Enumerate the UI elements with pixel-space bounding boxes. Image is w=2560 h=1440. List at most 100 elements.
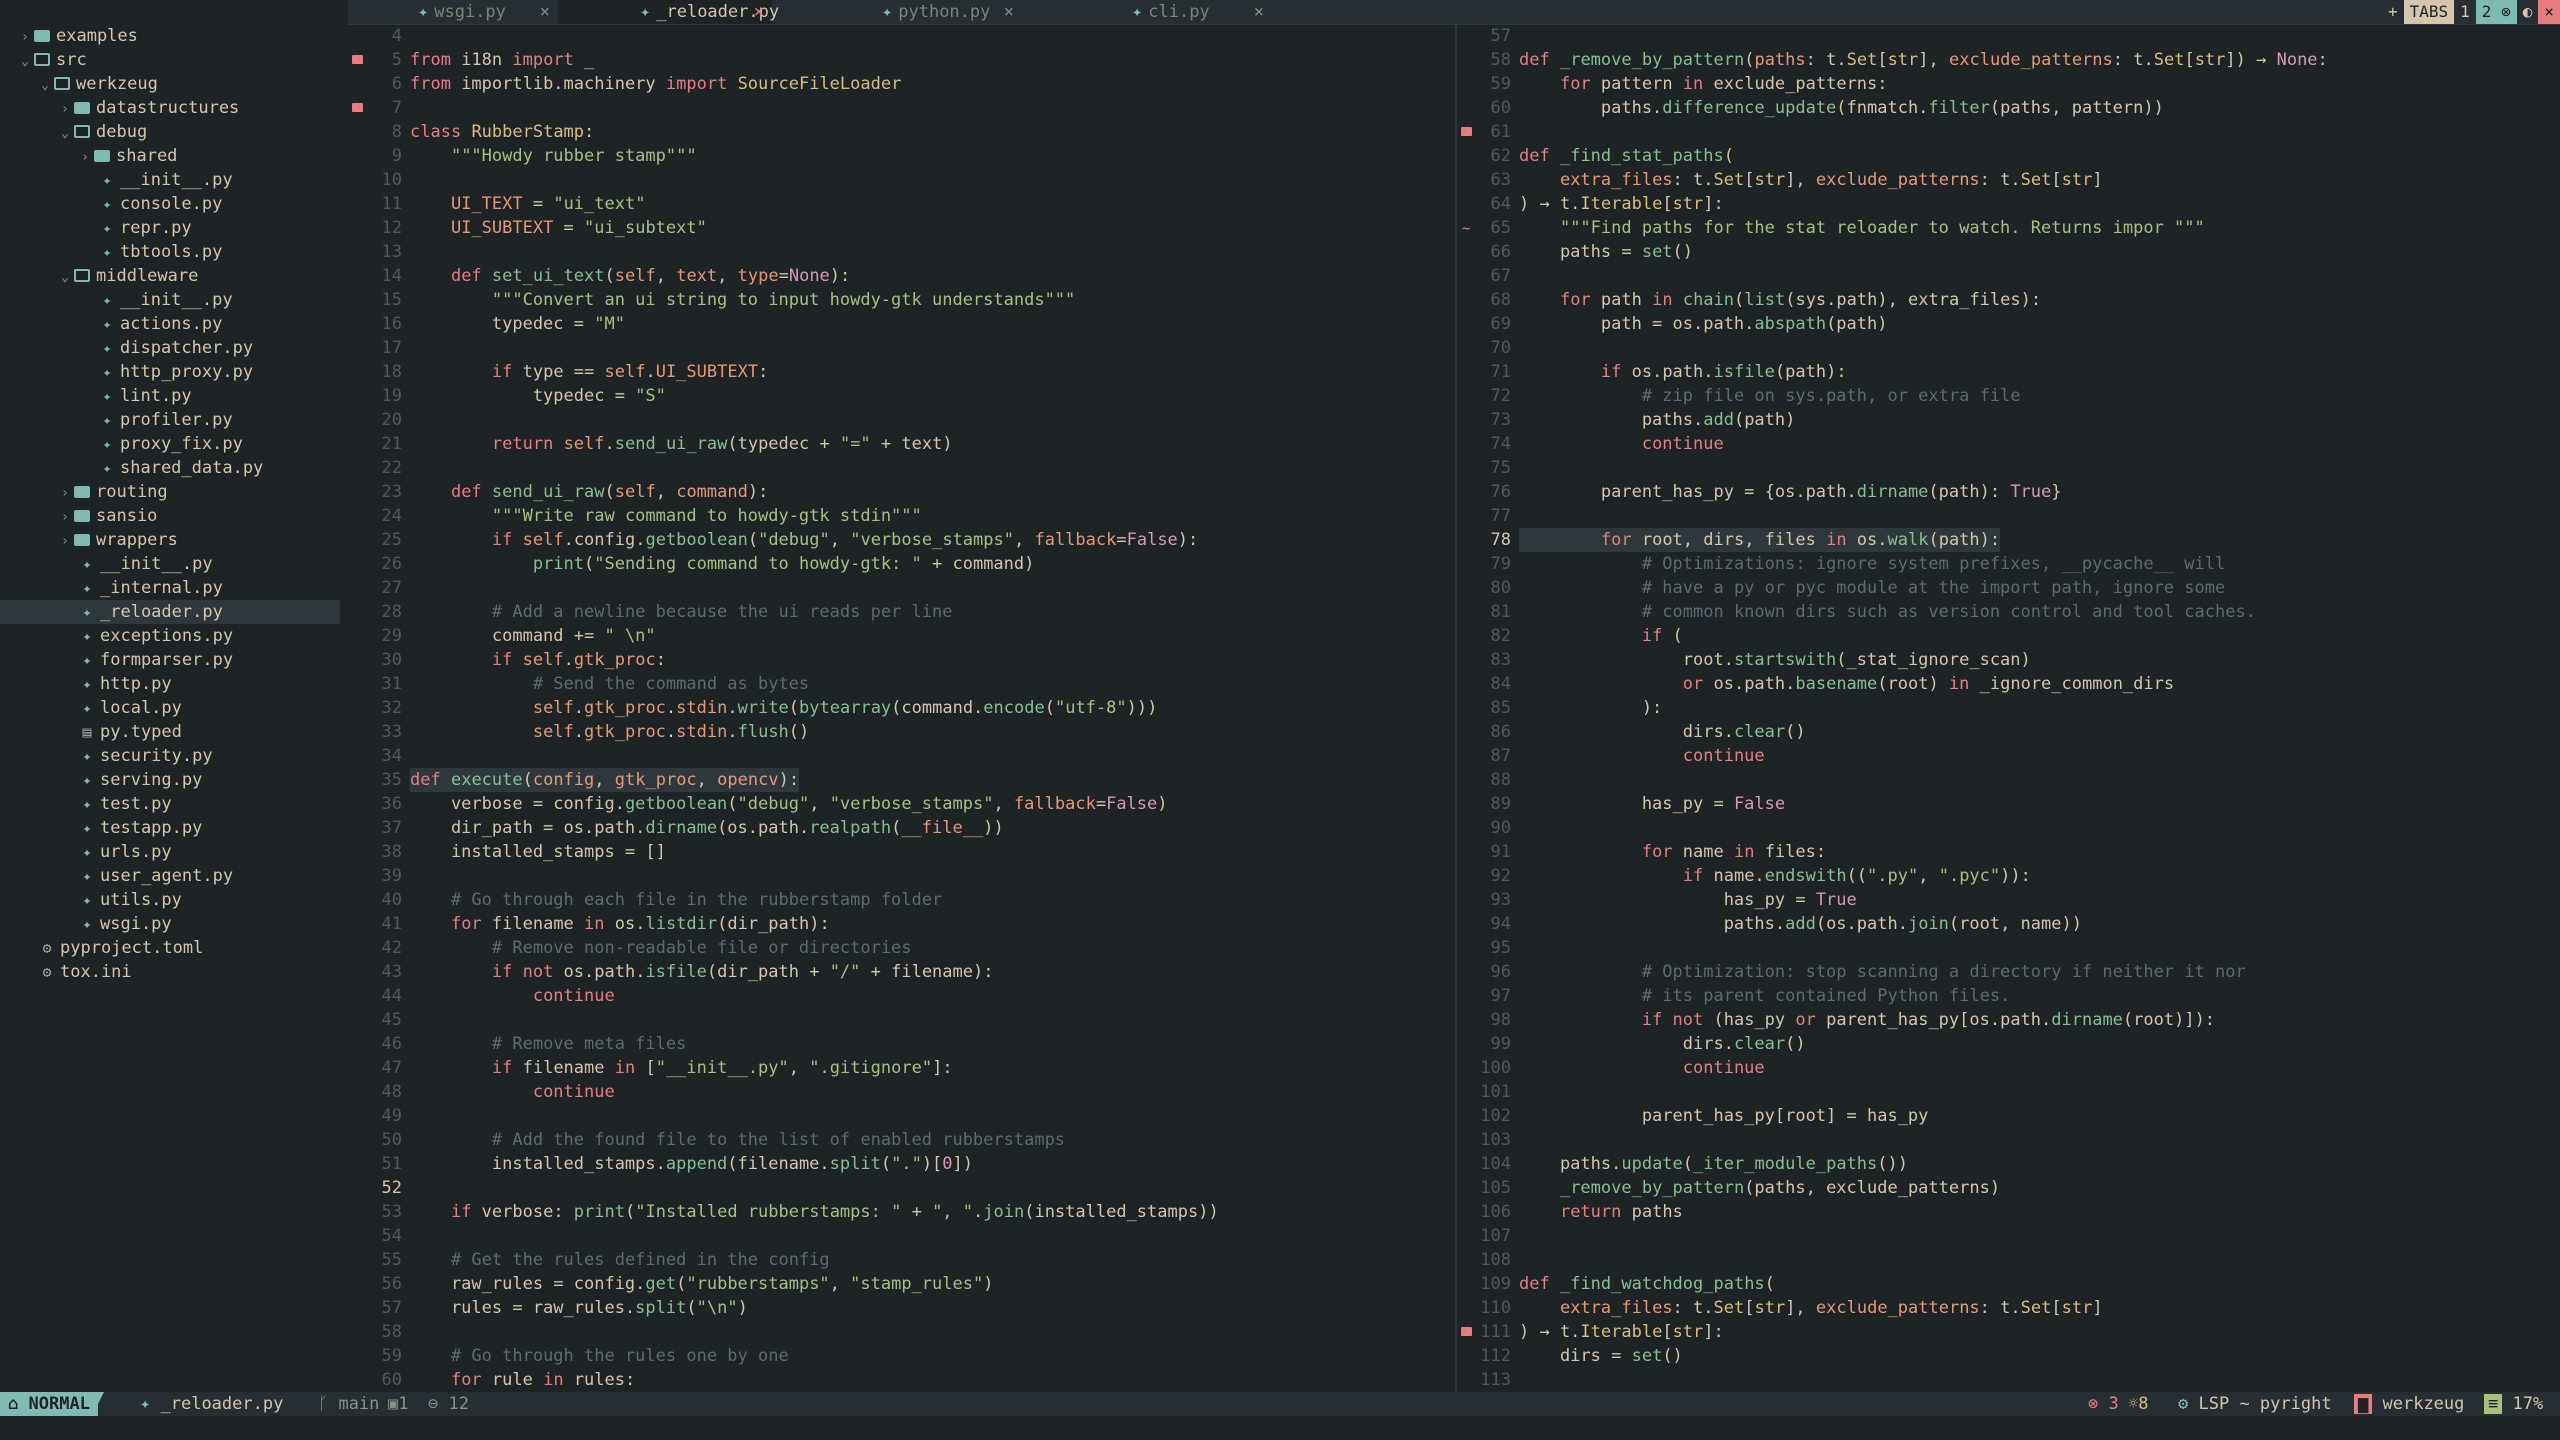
code-line[interactable]: 45 [348, 1008, 1456, 1032]
code-line[interactable]: 37 dir_path = os.path.dirname(os.path.re… [348, 816, 1456, 840]
code-line[interactable]: 29 command += " \n" [348, 624, 1456, 648]
code-line[interactable]: 93 has_py = True [1457, 888, 2560, 912]
editor-pane-left[interactable]: 4 5 from i18n import _ 6 from importlib.mach… [348, 24, 1456, 1392]
code-line[interactable]: 7 [348, 96, 1456, 120]
tree-folder[interactable]: › shared [0, 144, 340, 168]
code-line[interactable]: 21 return self.send_ui_raw(typedec + "="… [348, 432, 1456, 456]
code-line[interactable]: 85 ): [1457, 696, 2560, 720]
code-line[interactable]: 100 continue [1457, 1056, 2560, 1080]
tree-file[interactable]: ✦ utils.py [0, 888, 340, 912]
lsp-status[interactable]: ⚙ LSP ~ pyright [2178, 1392, 2332, 1416]
code-line[interactable]: 35 def execute(config, gtk_proc, opencv): [348, 768, 1456, 792]
tree-file[interactable]: ▤ py.typed [0, 720, 340, 744]
code-line[interactable]: 32 self.gtk_proc.stdin.write(bytearray(c… [348, 696, 1456, 720]
code-line[interactable]: 87 continue [1457, 744, 2560, 768]
code-line[interactable]: 97 # its parent contained Python files. [1457, 984, 2560, 1008]
code-line[interactable]: 46 # Remove meta files [348, 1032, 1456, 1056]
code-line[interactable]: 55 # Get the rules defined in the config [348, 1248, 1456, 1272]
tree-file[interactable]: ✦ testapp.py [0, 816, 340, 840]
code-line[interactable]: 28 # Add a newline because the ui reads … [348, 600, 1456, 624]
code-line[interactable]: 6 from importlib.machinery import SourceF… [348, 72, 1456, 96]
code-line[interactable]: 75 [1457, 456, 2560, 480]
code-line[interactable]: 71 if os.path.isfile(path): [1457, 360, 2560, 384]
code-line[interactable]: 69 path = os.path.abspath(path) [1457, 312, 2560, 336]
tree-file[interactable]: ✦ http_proxy.py [0, 360, 340, 384]
code-line[interactable]: 5 from i18n import _ [348, 48, 1456, 72]
code-line[interactable]: 58 [348, 1320, 1456, 1344]
git-branch[interactable]: ᚴ main [318, 1392, 379, 1416]
tree-file[interactable]: ✦ actions.py [0, 312, 340, 336]
tree-file[interactable]: ✦ _internal.py [0, 576, 340, 600]
code-line[interactable]: 39 [348, 864, 1456, 888]
code-line[interactable]: 68 for path in chain(list(sys.path), ext… [1457, 288, 2560, 312]
tree-file[interactable]: ✦ http.py [0, 672, 340, 696]
error-count[interactable]: ⊗ 3 [2088, 1392, 2119, 1416]
code-line[interactable]: 66 paths = set() [1457, 240, 2560, 264]
tab-wsgi[interactable]: ✦ wsgi.py × [348, 0, 558, 24]
tab-close-icon[interactable]: × [1004, 0, 1014, 24]
tree-folder[interactable]: ⌄ werkzeug [0, 72, 340, 96]
code-line[interactable]: 62 def _find_stat_paths( [1457, 144, 2560, 168]
code-line[interactable]: 80 # have a py or pyc module at the impo… [1457, 576, 2560, 600]
code-line[interactable]: 96 # Optimization: stop scanning a direc… [1457, 960, 2560, 984]
code-line[interactable]: 19 typedec = "S" [348, 384, 1456, 408]
tree-file[interactable]: ✦ exceptions.py [0, 624, 340, 648]
code-line[interactable]: 11 UI_TEXT = "ui_text" [348, 192, 1456, 216]
code-line[interactable]: 49 [348, 1104, 1456, 1128]
tree-file[interactable]: ✦ user_agent.py [0, 864, 340, 888]
code-line[interactable]: 10 [348, 168, 1456, 192]
command-line[interactable] [0, 1416, 2560, 1440]
tree-file[interactable]: ✦ __init__.py [0, 552, 340, 576]
code-line[interactable]: 103 [1457, 1128, 2560, 1152]
code-line[interactable]: 15 """Convert an ui string to input howd… [348, 288, 1456, 312]
code-line[interactable]: 57 rules = raw_rules.split("\n") [348, 1296, 1456, 1320]
tree-file[interactable]: ✦ tbtools.py [0, 240, 340, 264]
code-line[interactable]: 67 [1457, 264, 2560, 288]
code-line[interactable]: 22 [348, 456, 1456, 480]
code-line[interactable]: 113 [1457, 1368, 2560, 1392]
code-line[interactable]: 4 [348, 24, 1456, 48]
code-line[interactable]: 16 typedec = "M" [348, 312, 1456, 336]
tab-cli[interactable]: ✦ cli.py × [1022, 0, 1272, 24]
tree-file[interactable]: ⚙ pyproject.toml [0, 936, 340, 960]
code-line[interactable]: 33 self.gtk_proc.stdin.flush() [348, 720, 1456, 744]
code-line[interactable]: 54 [348, 1224, 1456, 1248]
toggle-icon[interactable]: ◐ [2517, 0, 2539, 24]
code-line[interactable]: 9 """Howdy rubber stamp""" [348, 144, 1456, 168]
code-line[interactable]: 98 if not (has_py or parent_has_py[os.pa… [1457, 1008, 2560, 1032]
code-line[interactable]: 23 def send_ui_raw(self, command): [348, 480, 1456, 504]
code-line[interactable]: 101 [1457, 1080, 2560, 1104]
code-line[interactable]: 26 print("Sending command to howdy-gtk: … [348, 552, 1456, 576]
code-line[interactable]: 30 if self.gtk_proc: [348, 648, 1456, 672]
code-line[interactable]: 70 [1457, 336, 2560, 360]
code-line[interactable]: 58 def _remove_by_pattern(paths: t.Set[st… [1457, 48, 2560, 72]
code-line[interactable]: 106 return paths [1457, 1200, 2560, 1224]
code-line[interactable]: 99 dirs.clear() [1457, 1032, 2560, 1056]
tree-file[interactable]: ✦ wsgi.py [0, 912, 340, 936]
code-line[interactable]: 34 [348, 744, 1456, 768]
tab-close-icon[interactable]: × [540, 0, 550, 24]
tab-reloader[interactable]: ✦ _reloader.py × [558, 0, 779, 24]
code-line[interactable]: 108 [1457, 1248, 2560, 1272]
tree-folder[interactable]: ⌄ middleware [0, 264, 340, 288]
close-tabpage-button[interactable]: × [2538, 0, 2560, 24]
tree-folder[interactable]: › routing [0, 480, 340, 504]
code-line[interactable]: 59 for pattern in exclude_patterns: [1457, 72, 2560, 96]
code-line[interactable]: 12 UI_SUBTEXT = "ui_subtext" [348, 216, 1456, 240]
tree-file[interactable]: ✦ __init__.py [0, 168, 340, 192]
code-line[interactable]: 41 for filename in os.listdir(dir_path): [348, 912, 1456, 936]
tree-file[interactable]: ✦ __init__.py [0, 288, 340, 312]
code-line[interactable]: 90 [1457, 816, 2560, 840]
tree-file[interactable]: ✦ test.py [0, 792, 340, 816]
tree-file[interactable]: ✦ proxy_fix.py [0, 432, 340, 456]
code-line[interactable]: 107 [1457, 1224, 2560, 1248]
code-line[interactable]: 86 dirs.clear() [1457, 720, 2560, 744]
code-line[interactable]: 61 [1457, 120, 2560, 144]
code-line[interactable]: 25 if self.config.getboolean("debug", "v… [348, 528, 1456, 552]
code-line[interactable]: 72 # zip file on sys.path, or extra file [1457, 384, 2560, 408]
tree-file[interactable]: ✦ console.py [0, 192, 340, 216]
code-line[interactable]: 53 if verbose: print("Installed rubberst… [348, 1200, 1456, 1224]
code-line[interactable]: 14 def set_ui_text(self, text, type=None… [348, 264, 1456, 288]
code-line[interactable]: 24 """Write raw command to howdy-gtk std… [348, 504, 1456, 528]
tree-folder[interactable]: › datastructures [0, 96, 340, 120]
